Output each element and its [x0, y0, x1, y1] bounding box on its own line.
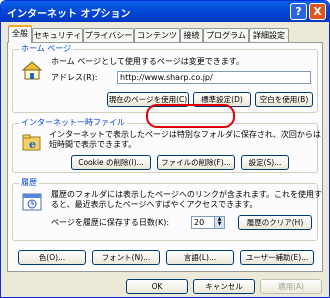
- history-title: 履歴: [19, 177, 39, 188]
- internet-options-window: インターネット オプション ? X 全般 セキュリティ プライバシー コンテンツ…: [0, 0, 330, 298]
- spinner-arrows-icon[interactable]: ▲ ▼: [214, 217, 224, 228]
- address-field[interactable]: http://www.sharp.co.jp/: [117, 71, 311, 84]
- apply-button[interactable]: 適用(A): [260, 279, 322, 294]
- tab-programs[interactable]: プログラム: [203, 28, 249, 43]
- history-days-spinner[interactable]: 20 ▲ ▼: [191, 216, 225, 229]
- history-days-value: 20: [194, 218, 205, 227]
- use-default-button[interactable]: 標準設定(D): [193, 92, 251, 107]
- colors-button[interactable]: 色(O)...: [18, 250, 86, 265]
- history-desc-2: ると、最近表示したページへすばやくアクセスできます。: [51, 200, 258, 209]
- close-button[interactable]: X: [309, 3, 326, 20]
- delete-cookies-button[interactable]: Cookie の削除(I)...: [71, 155, 151, 170]
- address-label: アドレス(R):: [51, 73, 98, 82]
- fonts-button[interactable]: フォント(N)...: [92, 250, 160, 265]
- cancel-button[interactable]: キャンセル: [193, 279, 255, 294]
- home-page-description: ホーム ページとして使用するページは変更できます。: [51, 57, 244, 66]
- tab-general[interactable]: 全般: [8, 25, 32, 43]
- use-blank-button[interactable]: 空白を使用(B): [255, 92, 313, 107]
- help-button[interactable]: ?: [290, 3, 307, 20]
- history-icon: [22, 193, 42, 211]
- tab-security[interactable]: セキュリティ: [32, 28, 83, 43]
- window-title: インターネット オプション: [7, 9, 131, 20]
- temp-files-group: インターネット一時ファイル e インターネットで表示したページは特別なフォルダに…: [12, 117, 321, 173]
- home-page-title: ホーム ページ: [19, 43, 74, 54]
- tab-connections[interactable]: 接続: [180, 28, 203, 43]
- temp-files-desc-2: 短時間で表示できます。: [49, 140, 137, 149]
- temp-files-desc-1: インターネットで表示したページは特別なフォルダに保存され、次回からは: [49, 130, 321, 139]
- languages-button[interactable]: 言語(L)...: [166, 250, 234, 265]
- delete-files-button[interactable]: ファイルの削除(F)...: [157, 155, 235, 170]
- ie-folder-icon: e: [22, 134, 41, 151]
- history-group: 履歴 履歴のフォルダには表示したページへのリンクが含まれます。これを使用す ると…: [12, 177, 322, 241]
- svg-text:e: e: [29, 138, 36, 151]
- title-bar[interactable]: インターネット オプション ? X: [1, 1, 329, 22]
- temp-settings-button[interactable]: 設定(S)...: [241, 155, 289, 170]
- history-days-label: ページを履歴に保存する日数(K):: [51, 218, 170, 227]
- clear-history-button[interactable]: 履歴のクリア(H): [238, 215, 312, 230]
- accessibility-button[interactable]: ユーザー補助(E)...: [240, 250, 314, 265]
- tab-content[interactable]: コンテンツ: [134, 28, 180, 43]
- home-page-group: ホーム ページ ホーム ページとして使用するページは変更できます。 アドレス(R…: [12, 43, 318, 113]
- general-panel: ホーム ページ ホーム ページとして使用するページは変更できます。 アドレス(R…: [7, 42, 323, 272]
- home-icon: [21, 61, 43, 80]
- tab-advanced[interactable]: 詳細設定: [249, 28, 289, 43]
- ok-button[interactable]: OK: [126, 279, 188, 294]
- temp-files-title: インターネット一時ファイル: [19, 117, 127, 128]
- tab-privacy[interactable]: プライバシー: [83, 28, 134, 43]
- history-desc-1: 履歴のフォルダには表示したページへのリンクが含まれます。これを使用す: [51, 190, 323, 199]
- use-current-button[interactable]: 現在のページを使用(C): [107, 92, 189, 107]
